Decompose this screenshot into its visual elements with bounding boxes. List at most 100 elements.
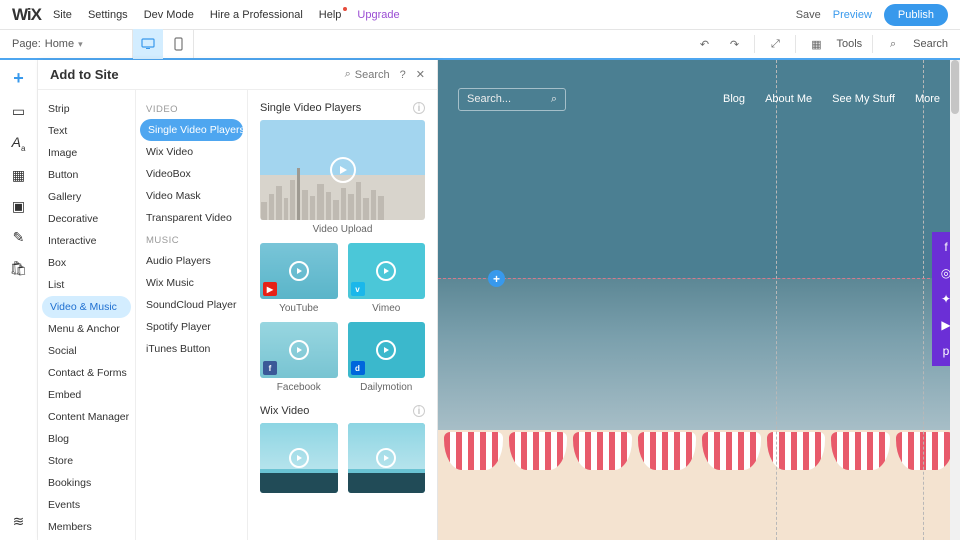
- design-icon[interactable]: Aa: [12, 134, 26, 153]
- panel-search[interactable]: ⌕Search: [345, 68, 390, 81]
- category-content-manager[interactable]: Content Manager: [38, 406, 135, 428]
- category-text[interactable]: Text: [38, 120, 135, 142]
- category-members[interactable]: Members: [38, 516, 135, 538]
- category-bookings[interactable]: Bookings: [38, 472, 135, 494]
- panel-search-label: Search: [355, 69, 390, 81]
- menu-site[interactable]: Site: [53, 9, 72, 21]
- video-upload-thumb[interactable]: [260, 120, 425, 220]
- nav-more[interactable]: More: [915, 93, 940, 105]
- help-icon[interactable]: ?: [400, 69, 406, 81]
- menu-dev-mode[interactable]: Dev Mode: [144, 9, 194, 21]
- nav-stuff[interactable]: See My Stuff: [832, 93, 895, 105]
- facebook-thumb[interactable]: f: [260, 322, 338, 378]
- subcat-itunes-button[interactable]: iTunes Button: [136, 338, 247, 360]
- play-icon: [376, 261, 396, 281]
- tools-button[interactable]: Tools: [836, 38, 862, 50]
- add-panel: Add to Site ⌕Search ? ✕ StripTextImageBu…: [38, 60, 438, 540]
- preview-button[interactable]: Preview: [833, 9, 872, 21]
- category-gallery[interactable]: Gallery: [38, 186, 135, 208]
- left-toolbar: + ▭ Aa ▦ ▣ ✎ 🛍 ≋: [0, 60, 38, 540]
- nav-blog[interactable]: Blog: [723, 93, 745, 105]
- category-button[interactable]: Button: [38, 164, 135, 186]
- chevron-down-icon: ▾: [78, 39, 83, 50]
- category-social[interactable]: Social: [38, 340, 135, 362]
- store-icon[interactable]: 🛍: [10, 260, 28, 277]
- vimeo-icon: v: [351, 282, 365, 296]
- category-image[interactable]: Image: [38, 142, 135, 164]
- add-button[interactable]: +: [13, 68, 24, 89]
- subcat-videobox[interactable]: VideoBox: [136, 163, 247, 185]
- dailymotion-icon: d: [351, 361, 365, 375]
- pinterest-icon[interactable]: p: [943, 344, 950, 358]
- panel-title: Add to Site: [50, 67, 119, 82]
- subcat-soundcloud-player[interactable]: SoundCloud Player: [136, 294, 247, 316]
- category-box[interactable]: Box: [38, 252, 135, 274]
- umbrella-row: [438, 432, 960, 474]
- info-icon[interactable]: i: [413, 102, 425, 114]
- menu-hire[interactable]: Hire a Professional: [210, 9, 303, 21]
- subcat-wix-music[interactable]: Wix Music: [136, 272, 247, 294]
- close-icon[interactable]: ✕: [416, 68, 425, 81]
- canvas-scrollbar[interactable]: [950, 60, 960, 540]
- mobile-view-button[interactable]: [163, 29, 193, 59]
- layers-icon[interactable]: ≋: [13, 513, 25, 530]
- dailymotion-caption: Dailymotion: [348, 382, 426, 393]
- top-right: Save Preview Publish: [796, 4, 948, 26]
- apps-icon[interactable]: ▦: [12, 167, 25, 184]
- subcat-single-video-players[interactable]: Single Video Players: [140, 119, 243, 141]
- category-blog[interactable]: Blog: [38, 428, 135, 450]
- search-button[interactable]: Search: [913, 38, 948, 50]
- pages-icon[interactable]: ▭: [12, 103, 25, 120]
- category-events[interactable]: Events: [38, 494, 135, 516]
- dailymotion-thumb[interactable]: d: [348, 322, 426, 378]
- subcat-transparent-video[interactable]: Transparent Video: [136, 207, 247, 229]
- play-icon: [376, 340, 396, 360]
- youtube-thumb[interactable]: ▶: [260, 243, 338, 299]
- category-decorative[interactable]: Decorative: [38, 208, 135, 230]
- wixvideo-thumb-1[interactable]: [260, 423, 338, 493]
- section-title-wixvideo: Wix Video: [260, 405, 309, 417]
- blog-icon[interactable]: ✎: [13, 229, 25, 246]
- wix-logo[interactable]: WiX: [12, 5, 41, 25]
- category-contact-forms[interactable]: Contact & Forms: [38, 362, 135, 384]
- publish-button[interactable]: Publish: [884, 4, 948, 26]
- facebook-icon[interactable]: f: [944, 240, 947, 254]
- editor-canvas[interactable]: + Search...⌕ Blog About Me See My Stuff …: [438, 60, 960, 540]
- video-upload-caption: Video Upload: [260, 224, 425, 235]
- category-embed[interactable]: Embed: [38, 384, 135, 406]
- menu-help[interactable]: Help: [319, 9, 342, 21]
- category-video-music[interactable]: Video & Music: [42, 296, 131, 318]
- redo-button[interactable]: ↷: [724, 38, 744, 51]
- desktop-view-button[interactable]: [133, 29, 163, 59]
- subcategory-column: VIDEOSingle Video PlayersWix VideoVideoB…: [136, 90, 248, 540]
- info-icon[interactable]: i: [413, 405, 425, 417]
- subcat-wix-video[interactable]: Wix Video: [136, 141, 247, 163]
- play-icon: [289, 448, 309, 468]
- menu-settings[interactable]: Settings: [88, 9, 128, 21]
- nav-about[interactable]: About Me: [765, 93, 812, 105]
- add-section-button[interactable]: +: [488, 270, 505, 287]
- page-selector[interactable]: Page: Home ▾: [12, 38, 122, 50]
- category-interactive[interactable]: Interactive: [38, 230, 135, 252]
- separator: [795, 35, 796, 53]
- scrollbar-thumb[interactable]: [951, 60, 959, 114]
- category-list[interactable]: List: [38, 274, 135, 296]
- subcat-video-mask[interactable]: Video Mask: [136, 185, 247, 207]
- panel-body: StripTextImageButtonGalleryDecorativeInt…: [38, 90, 437, 540]
- category-store[interactable]: Store: [38, 450, 135, 472]
- media-icon[interactable]: ▣: [12, 198, 25, 215]
- separator: [872, 35, 873, 53]
- wixvideo-thumb-2[interactable]: [348, 423, 426, 493]
- save-button[interactable]: Save: [796, 9, 821, 21]
- subcat-spotify-player[interactable]: Spotify Player: [136, 316, 247, 338]
- subcat-audio-players[interactable]: Audio Players: [136, 250, 247, 272]
- zoom-out-button[interactable]: ⤢: [765, 38, 785, 51]
- category-menu-anchor[interactable]: Menu & Anchor: [38, 318, 135, 340]
- section-divider[interactable]: [438, 278, 960, 279]
- menu-upgrade[interactable]: Upgrade: [357, 9, 399, 21]
- category-column: StripTextImageButtonGalleryDecorativeInt…: [38, 90, 136, 540]
- site-search-input[interactable]: Search...⌕: [458, 88, 566, 111]
- vimeo-thumb[interactable]: v: [348, 243, 426, 299]
- category-strip[interactable]: Strip: [38, 98, 135, 120]
- undo-button[interactable]: ↶: [694, 38, 714, 51]
